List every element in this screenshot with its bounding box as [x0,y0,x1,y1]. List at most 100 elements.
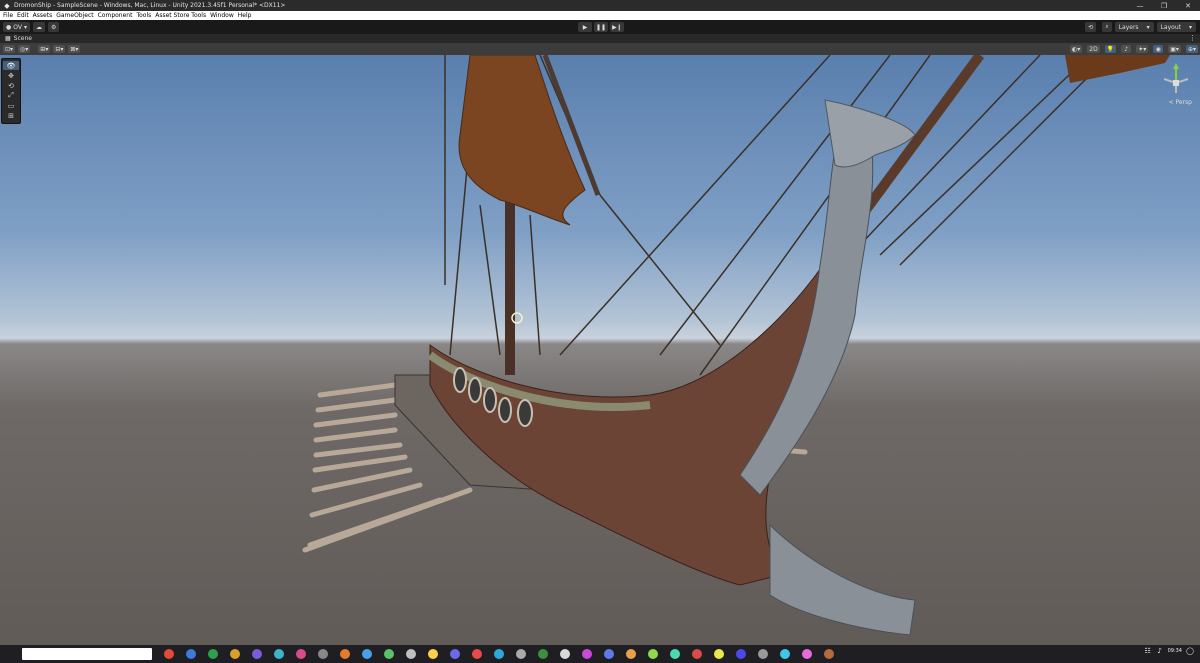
menu-tools[interactable]: Tools [136,12,151,19]
taskbar-app-icon[interactable] [274,649,284,659]
transform-tools-dropdown[interactable]: ⊡▾ [3,45,16,53]
step-button[interactable]: ▶❙ [610,22,624,32]
layout-dropdown[interactable]: Layout ▾ [1156,22,1196,32]
taskbar-app-icon[interactable] [736,649,746,659]
taskbar-app-icon[interactable] [758,649,768,659]
menu-file[interactable]: File [3,12,13,19]
menu-component[interactable]: Component [98,12,133,19]
minimize-button[interactable]: — [1128,2,1152,10]
layers-dropdown[interactable]: Layers ▾ [1114,22,1154,32]
taskbar-app-icon[interactable] [208,649,218,659]
lighting-toggle[interactable]: 💡 [1104,45,1117,53]
draw-mode-dropdown[interactable]: ◐▾ [1070,45,1083,53]
menu-asset-store-tools[interactable]: Asset Store Tools [155,12,206,19]
move-tool[interactable]: ✥ [3,71,19,80]
play-button[interactable]: ▶ [578,22,592,32]
tab-bar: ▦ Scene ⋮ [0,34,1200,43]
taskbar-app-icon[interactable] [472,649,482,659]
close-button[interactable]: ✕ [1176,2,1200,10]
taskbar-app-icon[interactable] [494,649,504,659]
search-button[interactable]: ⌕ [1102,22,1112,32]
window-title: DromonShip - SampleScene - Windows, Mac,… [14,2,286,9]
transform-tool[interactable]: ⊞ [3,111,19,120]
rect-tool[interactable]: ▭ [3,101,19,110]
gear-icon: ⚙ [51,23,57,31]
taskbar-app-icon[interactable] [802,649,812,659]
gizmos-dropdown[interactable]: ⊕▾ [1185,45,1198,53]
taskbar-app-icon[interactable] [692,649,702,659]
taskbar-app-icon[interactable] [604,649,614,659]
title-bar: ◆ DromonShip - SampleScene - Windows, Ma… [0,0,1200,11]
network-icon[interactable]: ☷ [1144,647,1152,655]
taskbar-app-icon[interactable] [582,649,592,659]
cloud-icon: ☁ [36,23,42,31]
taskbar-app-icon[interactable] [714,649,724,659]
snap-dropdown[interactable]: ⊟▾ [53,45,66,53]
taskbar-app-icon[interactable] [252,649,262,659]
os-taskbar: ☷ ♪ 09:34 ◯ [0,645,1200,663]
scale-tool[interactable]: ⤢ [3,91,19,100]
scene-viewport[interactable]: 👁 ✥ ⟲ ⤢ ▭ ⊞ < Persp [0,55,1200,645]
tab-scene[interactable]: ▦ Scene [0,35,32,42]
volume-icon[interactable]: ♪ [1156,647,1164,655]
rotate-tool[interactable]: ⟲ [3,81,19,90]
maximize-button[interactable]: ❐ [1152,2,1176,10]
pivot-dropdown[interactable]: ◎▾ [18,45,31,53]
taskbar-app-icon[interactable] [318,649,328,659]
scene-icon: ▦ [5,35,11,42]
taskbar-app-icon[interactable] [186,649,196,659]
2d-toggle[interactable]: 2D [1087,45,1100,53]
system-tray: ☷ ♪ 09:34 ◯ [1144,647,1194,655]
taskbar-app-icon[interactable] [164,649,174,659]
taskbar-app-icon[interactable] [538,649,548,659]
menu-gameobject[interactable]: GameObject [56,12,93,19]
taskbar-app-icon[interactable] [824,649,834,659]
pause-button[interactable]: ❚❚ [594,22,608,32]
taskbar-app-icon[interactable] [296,649,306,659]
perspective-label[interactable]: < Persp [1169,99,1192,106]
taskbar-app-icon[interactable] [406,649,416,659]
history-icon: ⟲ [1088,23,1094,31]
view-tool[interactable]: 👁 [3,61,19,70]
taskbar-app-icon[interactable] [516,649,526,659]
taskbar-app-icon[interactable] [670,649,680,659]
taskbar-app-icon[interactable] [560,649,570,659]
taskbar-app-icon[interactable] [648,649,658,659]
taskbar-app-icon[interactable] [384,649,394,659]
tab-scene-label: Scene [13,35,32,42]
more-options-icon[interactable]: ⋮ [1189,34,1196,42]
taskbar-app-icon[interactable] [780,649,790,659]
scene-toolbar: ⊡▾ ◎▾ ⊞▾ ⊟▾ ⊠▾ ◐▾ 2D 💡 ♪ ✦▾ ◉ ▣▾ ⊕▾ [0,43,1200,55]
account-dropdown[interactable]: ● OV ▾ [3,22,30,32]
scene-tool-panel: 👁 ✥ ⟲ ⤢ ▭ ⊞ [1,58,21,124]
services-button[interactable]: ⚙ [48,22,60,32]
audio-toggle[interactable]: ♪ [1121,45,1132,53]
taskbar-app-icon[interactable] [340,649,350,659]
effects-dropdown[interactable]: ✦▾ [1136,45,1149,53]
menu-assets[interactable]: Assets [33,12,53,19]
notification-icon[interactable]: ◯ [1186,647,1194,655]
camera-dropdown[interactable]: ▣▾ [1168,45,1181,53]
menu-edit[interactable]: Edit [17,12,29,19]
toolbar-right: ⟲ ⌕ Layers ▾ Layout ▾ [1082,22,1196,32]
hidden-objects-toggle[interactable]: ◉ [1153,45,1164,53]
stern-tail [769,523,916,636]
increment-dropdown[interactable]: ⊠▾ [68,45,81,53]
taskbar-app-icon[interactable] [230,649,240,659]
clock[interactable]: 09:34 [1168,648,1182,654]
chevron-down-icon: ▾ [23,23,27,31]
menu-window[interactable]: Window [210,12,234,19]
chevron-down-icon: ▾ [1146,23,1150,31]
cloud-button[interactable]: ☁ [33,22,45,32]
grid-dropdown[interactable]: ⊞▾ [38,45,51,53]
taskbar-app-icon[interactable] [428,649,438,659]
taskbar-app-icon[interactable] [626,649,636,659]
taskbar-app-icon[interactable] [362,649,372,659]
play-controls: ▶ ❚❚ ▶❙ [578,22,624,32]
taskbar-icons [152,649,834,659]
taskbar-app-icon[interactable] [450,649,460,659]
start-search-box[interactable] [22,648,152,660]
history-button[interactable]: ⟲ [1085,22,1097,32]
layers-label: Layers [1118,23,1139,31]
menu-help[interactable]: Help [238,12,252,19]
